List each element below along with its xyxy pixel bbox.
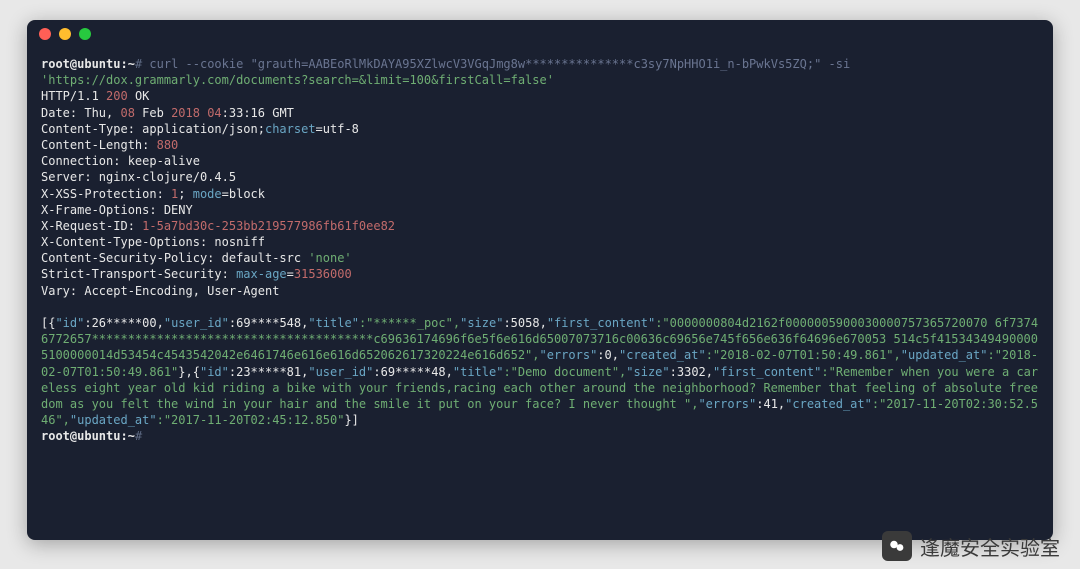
curl-command: curl --cookie [149, 57, 250, 71]
hdr-xreq-label: X-Request-ID: [41, 219, 142, 233]
json-ua2-v: :"2017-11-20T02:45:12.850" [157, 413, 345, 427]
hdr-ctype: Content-Type: application/json; [41, 122, 265, 136]
http-proto: HTTP/1.1 [41, 89, 99, 103]
curl-flags: -si [821, 57, 850, 71]
hdr-ctype-charset-v: =utf-8 [316, 122, 359, 136]
json-mid: },{ [178, 365, 200, 379]
hdr-date-mid: Feb [135, 106, 171, 120]
json-open: [{ [41, 316, 55, 330]
maximize-icon[interactable] [79, 28, 91, 40]
minimize-icon[interactable] [59, 28, 71, 40]
hdr-csp-val: 'none' [308, 251, 351, 265]
hdr-clen-label: Content-Length: [41, 138, 157, 152]
http-status-code: 200 [106, 89, 128, 103]
hdr-date-day: 08 [120, 106, 134, 120]
hdr-sts-val: 31536000 [294, 267, 352, 281]
hdr-server: Server: nginx-clojure/0.4.5 [41, 170, 236, 184]
close-icon[interactable] [39, 28, 51, 40]
prompt2-user-host: root@ubuntu [41, 429, 120, 443]
json-fc-k: "first_content" [547, 316, 655, 330]
prompt-user-host: root@ubuntu [41, 57, 120, 71]
json-id-v: :26*****00, [84, 316, 163, 330]
json-uid2-v: :69*****48, [373, 365, 452, 379]
json-id2-v: :23*****81, [229, 365, 308, 379]
prompt-sep: :~ [120, 57, 134, 71]
json-uid-v: :69****548, [229, 316, 308, 330]
watermark-text: 逢魔安全实验室 [920, 532, 1060, 561]
json-title2-v: :"Demo document", [503, 365, 626, 379]
hdr-xcto: X-Content-Type-Options: nosniff [41, 235, 265, 249]
curl-url: 'https://dox.grammarly.com/documents?sea… [41, 73, 554, 87]
watermark: 逢魔安全实验室 [882, 531, 1060, 561]
json-uid-k: "user_id" [164, 316, 229, 330]
hdr-xss-mode-v: =block [222, 187, 265, 201]
json-ca2-k: "created_at" [785, 397, 872, 411]
hdr-ctype-charset-k: charset [265, 122, 316, 136]
wechat-icon [882, 531, 912, 561]
json-size-k: "size" [460, 316, 503, 330]
json-size-v: :5058, [503, 316, 546, 330]
json-ua2-k: "updated_at" [70, 413, 157, 427]
hdr-date-year: 2018 [171, 106, 200, 120]
json-err2-v: :41, [756, 397, 785, 411]
json-id-k: "id" [55, 316, 84, 330]
json-title-k: "title" [308, 316, 359, 330]
json-uid2-k: "user_id" [308, 365, 373, 379]
json-err2-k: "errors" [698, 397, 756, 411]
hdr-sts-label: Strict-Transport-Security: [41, 267, 236, 281]
terminal-body[interactable]: root@ubuntu:~# curl --cookie "grauth=AAB… [27, 48, 1053, 459]
json-title-v: :"******_poc", [359, 316, 460, 330]
json-err-k: "errors" [540, 348, 598, 362]
json-close: }] [344, 413, 358, 427]
hdr-xss-label: X-XSS-Protection: [41, 187, 171, 201]
json-id2-k: "id" [200, 365, 229, 379]
hdr-sts-key: max-age [236, 267, 287, 281]
json-size2-k: "size" [626, 365, 669, 379]
hdr-csp-label: Content-Security-Policy: default-src [41, 251, 308, 265]
prompt2-sep: :~ [120, 429, 134, 443]
hdr-xss-sep: ; [178, 187, 192, 201]
http-status-text: OK [135, 89, 149, 103]
hdr-vary: Vary: Accept-Encoding, User-Agent [41, 284, 279, 298]
hdr-date-hour: 04 [200, 106, 222, 120]
hdr-date-label: Date: Thu, [41, 106, 120, 120]
terminal-window: root@ubuntu:~# curl --cookie "grauth=AAB… [27, 20, 1053, 540]
hdr-sts-eq: = [287, 267, 294, 281]
titlebar [27, 20, 1053, 48]
hdr-clen-val: 880 [157, 138, 179, 152]
json-ca-k: "created_at" [619, 348, 706, 362]
json-fc2-k: "first_content" [713, 365, 821, 379]
prompt-hash: # [135, 57, 142, 71]
curl-cookie: "grauth=AABEoRlMkDAYA95XZlwcV3VGqJmg8w**… [251, 57, 822, 71]
hdr-xreq-val: 1-5a7bd30c-253bb219577986fb61f0ee82 [142, 219, 395, 233]
hdr-xframe: X-Frame-Options: DENY [41, 203, 193, 217]
json-ua-k: "updated_at" [901, 348, 988, 362]
json-ca-v: :"2018-02-07T01:50:49.861", [706, 348, 901, 362]
prompt2-hash: # [135, 429, 142, 443]
hdr-xss-mode-k: mode [193, 187, 222, 201]
json-err-v: :0, [597, 348, 619, 362]
json-title2-k: "title" [453, 365, 504, 379]
hdr-date-rest: :33:16 GMT [222, 106, 294, 120]
json-size2-v: :3302, [670, 365, 713, 379]
hdr-connection: Connection: keep-alive [41, 154, 200, 168]
